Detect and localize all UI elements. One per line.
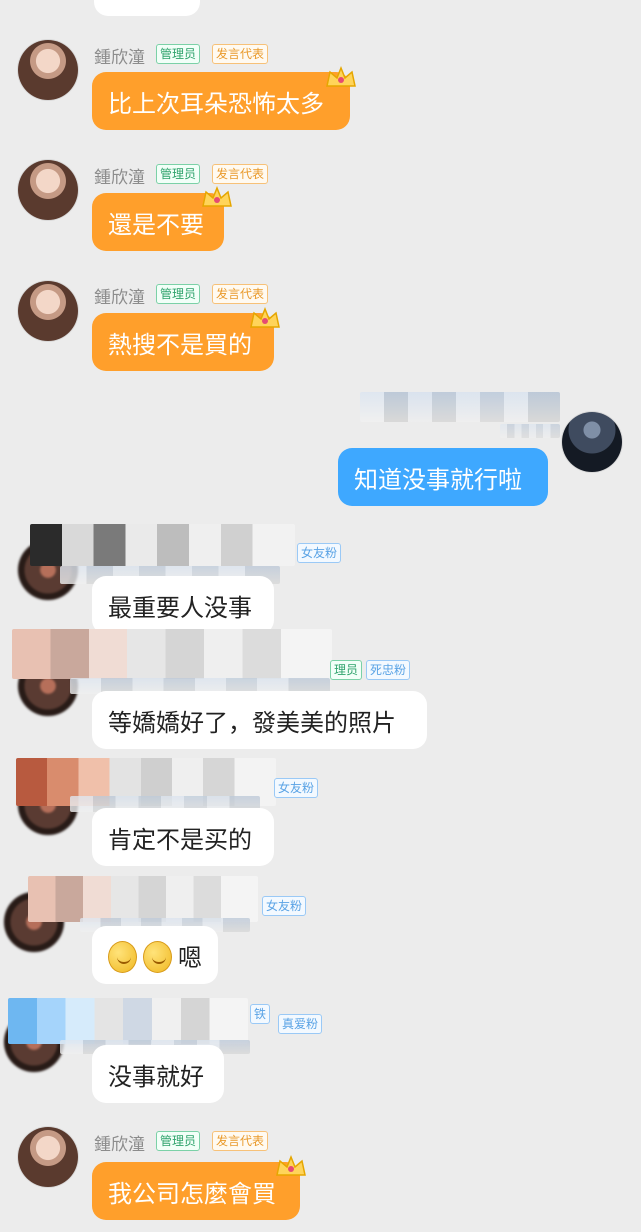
- fan-badge: 女友粉: [262, 896, 307, 916]
- fan-badge: 死忠粉: [366, 660, 411, 680]
- message-text: 知道没事就行啦: [354, 465, 522, 494]
- message-bubble[interactable]: 没事就好: [92, 1045, 224, 1103]
- message-text: 嗯: [178, 943, 202, 972]
- crown-icon: [202, 185, 232, 207]
- sender-name-mosaic: [28, 876, 258, 922]
- my-avatar[interactable]: [562, 412, 622, 472]
- sender-name: 鍾欣潼: [94, 1135, 145, 1154]
- admin-badge: 理员: [330, 660, 363, 680]
- admin-badge: 管理员: [156, 284, 201, 304]
- message-bubble[interactable]: 最重要人没事: [92, 576, 274, 634]
- message-text: 還是不要: [108, 210, 204, 239]
- sender-avatar[interactable]: [18, 281, 78, 341]
- crown-icon: [276, 1154, 306, 1176]
- sender-name-mosaic: [12, 629, 332, 679]
- sender-avatar[interactable]: [18, 160, 78, 220]
- fan-badge: 女友粉: [274, 778, 319, 798]
- message-bubble[interactable]: 等嬌嬌好了，發美美的照片: [92, 691, 427, 749]
- rep-badge: 发言代表: [212, 164, 269, 184]
- message-text: 最重要人没事: [108, 593, 252, 622]
- sender-name: 鍾欣潼: [94, 48, 145, 67]
- crown-icon: [250, 306, 280, 328]
- partial-message-bubble[interactable]: [94, 0, 200, 16]
- message-bubble[interactable]: 知道没事就行啦: [338, 448, 548, 506]
- admin-badge: 管理员: [156, 44, 201, 64]
- message-text: 等嬌嬌好了，發美美的照片: [108, 708, 396, 737]
- crown-icon: [326, 65, 356, 87]
- message-text: 肯定不是买的: [108, 825, 252, 854]
- admin-badge: 管理员: [156, 1131, 201, 1151]
- sender-badge-mosaic: [500, 424, 560, 438]
- sender-avatar[interactable]: [18, 40, 78, 100]
- message-bubble[interactable]: 熱搜不是買的: [92, 313, 274, 371]
- sender-name-mosaic: [360, 392, 560, 422]
- message-text: 熱搜不是買的: [108, 330, 252, 359]
- sender-name: 鍾欣潼: [94, 168, 145, 187]
- sender-avatar[interactable]: [18, 1127, 78, 1187]
- message-bubble[interactable]: 嗯: [92, 926, 218, 984]
- sender-name-mosaic: [30, 524, 295, 566]
- rep-badge: 发言代表: [212, 44, 269, 64]
- message-bubble[interactable]: 我公司怎麼會買: [92, 1162, 300, 1220]
- fan-badge: 铁: [250, 1004, 271, 1024]
- rep-badge: 发言代表: [212, 284, 269, 304]
- rep-badge: 发言代表: [212, 1131, 269, 1151]
- sender-name: 鍾欣潼: [94, 288, 145, 307]
- message-text: 我公司怎麼會買: [108, 1179, 276, 1208]
- message-bubble[interactable]: 比上次耳朵恐怖太多: [92, 72, 350, 130]
- admin-badge: 管理员: [156, 164, 201, 184]
- thinking-emoji-icon: [143, 941, 172, 973]
- message-text: 比上次耳朵恐怖太多: [108, 89, 324, 118]
- fan-badge: 女友粉: [297, 543, 342, 563]
- fan-badge: 真爱粉: [278, 1014, 323, 1034]
- message-text: 没事就好: [108, 1062, 204, 1091]
- sender-name-mosaic: [8, 998, 248, 1044]
- message-bubble[interactable]: 肯定不是买的: [92, 808, 274, 866]
- thinking-emoji-icon: [108, 941, 137, 973]
